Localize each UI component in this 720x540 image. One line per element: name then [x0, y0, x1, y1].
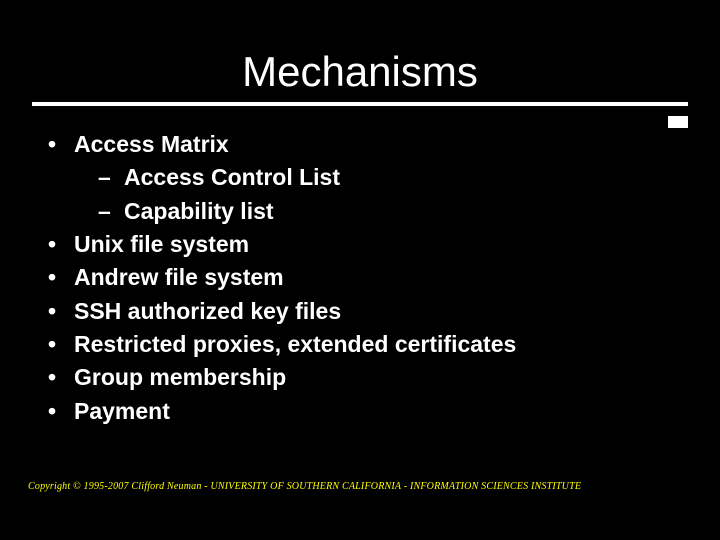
bullet-text: Payment	[74, 398, 170, 424]
list-item: Restricted proxies, extended certificate…	[40, 328, 680, 361]
list-item: SSH authorized key files	[40, 295, 680, 328]
bullet-text: Capability list	[124, 198, 274, 224]
list-item: Group membership	[40, 361, 680, 394]
list-item: Unix file system	[40, 228, 680, 261]
underline-notch	[668, 116, 688, 128]
title-underline	[0, 102, 720, 106]
content-area: Access Matrix Access Control List Capabi…	[0, 106, 720, 428]
title-area: Mechanisms	[0, 0, 720, 106]
bullet-text: Access Control List	[124, 164, 340, 190]
list-item: Andrew file system	[40, 261, 680, 294]
bullet-text: Unix file system	[74, 231, 249, 257]
slide-title: Mechanisms	[0, 48, 720, 96]
list-item: Access Control List	[98, 161, 680, 194]
list-item: Access Matrix Access Control List Capabi…	[40, 128, 680, 228]
bullet-text: Restricted proxies, extended certificate…	[74, 331, 516, 357]
underline-line	[32, 102, 688, 106]
sub-list: Access Control List Capability list	[74, 161, 680, 228]
list-item: Capability list	[98, 195, 680, 228]
list-item: Payment	[40, 395, 680, 428]
bullet-text: Group membership	[74, 364, 286, 390]
copyright-footer: Copyright © 1995-2007 Clifford Neuman - …	[28, 481, 581, 492]
bullet-text: SSH authorized key files	[74, 298, 341, 324]
bullet-list: Access Matrix Access Control List Capabi…	[40, 128, 680, 428]
slide: Mechanisms Access Matrix Access Control …	[0, 0, 720, 540]
bullet-text: Andrew file system	[74, 264, 284, 290]
bullet-text: Access Matrix	[74, 131, 229, 157]
